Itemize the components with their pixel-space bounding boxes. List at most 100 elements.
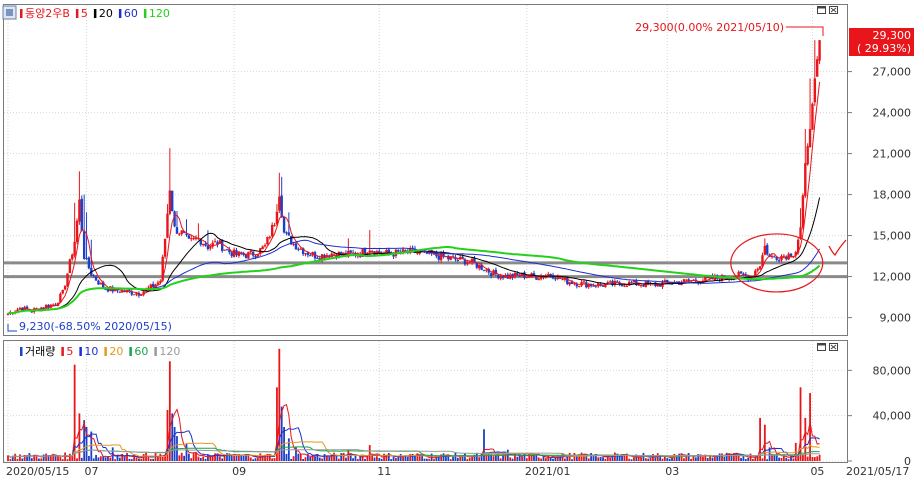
candle-body: [582, 281, 586, 283]
volume-bar: [285, 453, 288, 461]
volume-bar: [428, 458, 431, 461]
price-tick-label: 15,000: [873, 230, 912, 243]
price-panel-close-button[interactable]: [829, 6, 838, 14]
volume-bar: [711, 457, 714, 461]
volume-bar: [390, 459, 393, 461]
legend-marker: [93, 9, 97, 18]
volume-bar: [278, 348, 281, 461]
candle-body: [456, 259, 460, 261]
volume-bar: [342, 452, 345, 461]
stock-chart-icon[interactable]: [2, 5, 17, 20]
legend-marker: [154, 347, 157, 356]
volume-bar: [423, 458, 426, 461]
volume-bar: [599, 457, 602, 461]
volume-bar: [661, 458, 664, 461]
volume-bar: [354, 455, 357, 461]
volume-bar: [197, 456, 200, 461]
volume-bar: [573, 453, 576, 461]
candle-body: [85, 258, 88, 260]
volume-bar: [516, 456, 519, 461]
volume-bar: [199, 457, 202, 461]
candle-body: [94, 276, 98, 281]
volume-bar: [361, 455, 364, 461]
candle-body: [782, 255, 786, 257]
volume-bar: [402, 456, 404, 461]
last-change: ( 29.93%): [857, 42, 911, 55]
volume-bar: [633, 457, 635, 461]
volume-bar: [521, 456, 523, 461]
candle-body: [763, 245, 767, 255]
volume-bar: [604, 458, 607, 461]
price-tick-label: 27,000: [873, 66, 912, 79]
volume-bar: [433, 459, 435, 461]
volume-bar: [813, 457, 816, 461]
candle-body: [192, 238, 195, 240]
volume-bar: [299, 454, 302, 461]
candle-body: [630, 282, 633, 284]
volume-bar: [468, 457, 471, 461]
candle-body: [756, 268, 759, 271]
volume-bar: [678, 453, 681, 461]
volume-panel-maximize-button[interactable]: [817, 343, 826, 351]
candle-body: [254, 255, 257, 258]
volume-bar: [644, 458, 647, 461]
candle-body: [685, 279, 688, 281]
candle-body: [623, 285, 626, 287]
candle-body: [73, 241, 76, 256]
volume-bar: [378, 457, 381, 461]
date-tick-label: 09: [232, 465, 246, 478]
stock-chart: 9,000 12,000 15,000 18,000 21,000 24,000 27,00…: [0, 0, 914, 480]
candle-body: [149, 284, 152, 289]
candle-body: [261, 246, 264, 250]
volume-bar: [88, 455, 90, 461]
volume-bar: [797, 455, 800, 461]
candle-body: [811, 103, 814, 130]
volume-bar: [173, 427, 176, 461]
candle-body: [223, 249, 226, 251]
volume-bar: [459, 456, 462, 461]
volume-tick-label: 40,000: [873, 410, 912, 423]
volume-bar: [694, 457, 697, 461]
candle-body: [132, 294, 136, 296]
volume-bar: [609, 457, 612, 461]
candle-body: [608, 281, 612, 283]
volume-bar: [297, 453, 300, 461]
candle-body: [468, 261, 471, 263]
volume-bar: [668, 458, 671, 461]
volume-bar: [118, 457, 121, 461]
candle-body: [213, 241, 217, 243]
date-tick-label: 05: [810, 465, 824, 478]
candle-body: [497, 274, 500, 279]
candle-body: [620, 284, 624, 287]
candle-body: [68, 259, 72, 274]
volume-bar: [790, 455, 792, 461]
volume-bar: [509, 457, 512, 461]
volume-bar: [778, 457, 781, 461]
legend-marker: [79, 347, 82, 356]
volume-bar: [340, 453, 343, 461]
legend-label: 20: [109, 345, 123, 358]
price-panel-maximize-button[interactable]: [817, 6, 826, 14]
candle-body: [92, 275, 95, 277]
candle-body: [280, 195, 283, 218]
candle-body: [528, 276, 531, 278]
candle-body: [478, 264, 481, 269]
volume-bar: [242, 455, 245, 461]
volume-bar: [495, 455, 497, 461]
volume-bar: [542, 456, 545, 461]
low-price-annotation: 9,230(-68.50% 2020/05/15): [19, 320, 172, 333]
candle-body: [270, 224, 274, 237]
candle-body: [392, 254, 395, 257]
candle-body: [256, 254, 260, 257]
volume-bar: [328, 456, 331, 461]
volume-panel-close-button[interactable]: [829, 343, 838, 351]
candle-body: [209, 246, 212, 249]
candle-body: [97, 280, 100, 285]
candle-body: [737, 271, 740, 277]
candle-body: [99, 282, 103, 285]
volume-bar: [590, 453, 592, 461]
legend-marker: [143, 9, 147, 18]
volume-bar: [387, 453, 390, 461]
candle-body: [561, 279, 564, 281]
volume-bar: [713, 456, 716, 461]
